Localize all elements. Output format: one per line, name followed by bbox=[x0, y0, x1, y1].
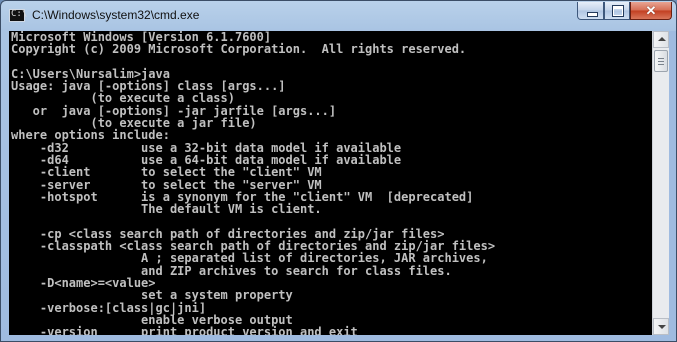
close-icon: ✕ bbox=[645, 3, 657, 18]
console-text: Microsoft Windows [Version 6.1.7600] Cop… bbox=[11, 31, 496, 335]
scroll-thumb[interactable] bbox=[654, 50, 668, 72]
minimize-icon bbox=[587, 12, 598, 17]
window-frame-right bbox=[669, 31, 676, 335]
cmd-window: C:\ C:\Windows\system32\cmd.exe ✕ Micros… bbox=[0, 0, 677, 342]
arrow-up-icon bbox=[658, 37, 666, 41]
window-title: C:\Windows\system32\cmd.exe bbox=[32, 8, 200, 22]
scroll-down-button[interactable] bbox=[653, 318, 669, 335]
grip-line bbox=[658, 58, 664, 59]
maximize-icon bbox=[612, 5, 624, 17]
close-button[interactable]: ✕ bbox=[630, 2, 672, 20]
grip-line bbox=[658, 61, 664, 62]
console-icon[interactable]: C:\ bbox=[9, 9, 28, 22]
vertical-scrollbar[interactable] bbox=[652, 31, 669, 335]
window-frame-bottom[interactable] bbox=[1, 335, 676, 341]
console-output[interactable]: Microsoft Windows [Version 6.1.7600] Cop… bbox=[9, 31, 652, 335]
arrow-down-icon bbox=[658, 325, 666, 329]
console-icon-glyph: C:\ bbox=[11, 9, 28, 19]
minimize-button[interactable] bbox=[577, 2, 604, 20]
title-bar[interactable]: C:\ C:\Windows\system32\cmd.exe ✕ bbox=[1, 1, 676, 31]
maximize-button[interactable] bbox=[604, 2, 630, 20]
scroll-up-button[interactable] bbox=[653, 31, 669, 48]
grip-line bbox=[658, 64, 664, 65]
